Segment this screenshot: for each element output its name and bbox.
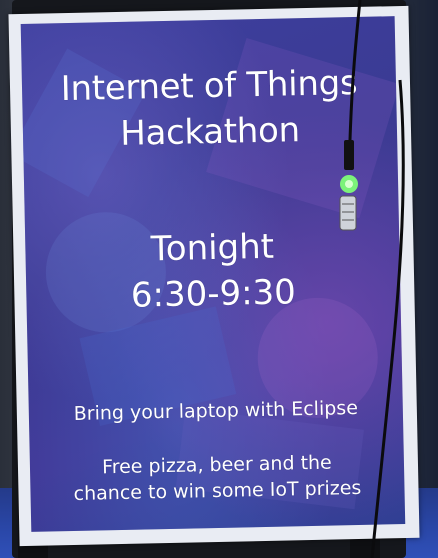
poster-when-time: 6:30-9:30 [130,272,297,316]
poster-face: Internet of Things Hackathon Tonight 6:3… [20,16,406,532]
photo-scene: Internet of Things Hackathon Tonight 6:3… [0,0,438,558]
poster-note-laptop: Bring your laptop with Eclipse [73,397,359,425]
poster-when-day: Tonight [150,226,275,270]
poster-title-line1: Internet of Things [60,62,358,110]
poster-title-line2: Hackathon [119,110,301,154]
poster: Internet of Things Hackathon Tonight 6:3… [8,5,420,547]
